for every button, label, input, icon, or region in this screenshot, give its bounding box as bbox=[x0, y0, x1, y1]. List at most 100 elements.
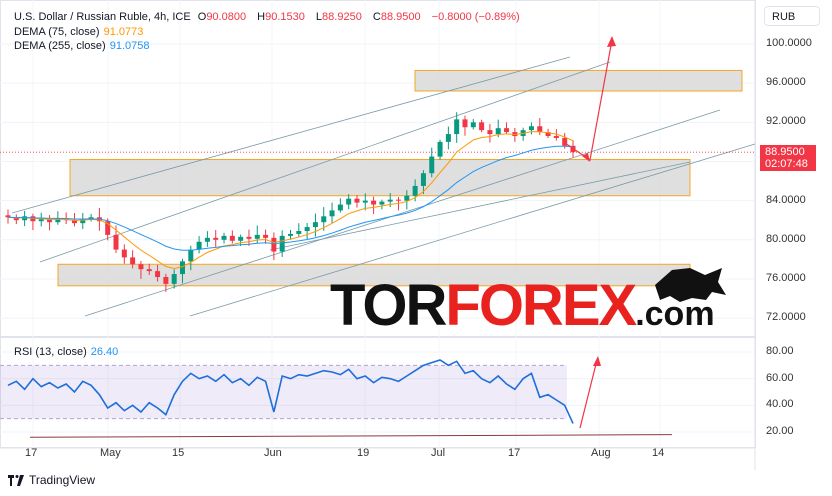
rsi-value: 26.40 bbox=[90, 346, 119, 358]
change-value: −0.8000 (−0.89%) bbox=[431, 11, 520, 23]
candle-body bbox=[454, 119, 460, 135]
high-value: 90.1530 bbox=[265, 11, 305, 23]
time-axis-label: May bbox=[100, 447, 121, 459]
time-axis-label: Jun bbox=[264, 447, 282, 459]
candle-body bbox=[171, 274, 177, 284]
price-axis-label: 96.0000 bbox=[766, 76, 806, 89]
time-axis-label: 17 bbox=[508, 447, 521, 459]
last-price: 88.9500 bbox=[765, 146, 805, 158]
candle-body bbox=[387, 199, 393, 202]
bar-countdown: 02:07:48 bbox=[765, 158, 808, 170]
time-axis-label: Aug bbox=[591, 447, 611, 459]
candle-body bbox=[321, 216, 327, 223]
open-value: 90.0800 bbox=[206, 11, 247, 23]
candle-body bbox=[130, 257, 136, 265]
dema255-legend[interactable]: DEMA (255, close) 91.0758 bbox=[14, 40, 153, 52]
candle-body bbox=[420, 173, 426, 186]
candle-body bbox=[121, 249, 127, 258]
time-axis-label: Jul bbox=[431, 447, 446, 459]
rsi-axis-label: 40.00 bbox=[766, 398, 794, 411]
support-resistance-zone bbox=[69, 159, 691, 197]
candle-body bbox=[504, 128, 510, 133]
torforex-watermark: TORFOREX.com bbox=[330, 277, 715, 340]
time-axis-label: 15 bbox=[172, 447, 185, 459]
candle-body bbox=[238, 236, 244, 241]
candle-body bbox=[271, 237, 277, 252]
candle-body bbox=[188, 249, 194, 262]
candle-body bbox=[362, 200, 368, 203]
dema255-label: DEMA (255, close) bbox=[14, 40, 106, 52]
dema255-value: 91.0758 bbox=[109, 40, 150, 52]
watermark-com: .com bbox=[635, 295, 715, 333]
candle-body bbox=[337, 204, 343, 211]
candle-body bbox=[179, 261, 185, 275]
rsi-forecast-arrow bbox=[579, 359, 598, 429]
candle-body bbox=[371, 200, 377, 205]
candle-body bbox=[246, 236, 252, 239]
dema75-line bbox=[7, 131, 574, 269]
time-axis-label: 17 bbox=[25, 447, 38, 459]
last-price-tag: 88.9500 02:07:48 bbox=[760, 145, 816, 171]
candle-body bbox=[346, 198, 352, 205]
rsi-band bbox=[0, 365, 567, 419]
rsi-axis-label: 80.00 bbox=[766, 345, 794, 357]
candle-body bbox=[155, 271, 161, 278]
candle-body bbox=[113, 234, 119, 250]
tradingview-logo[interactable]: TradingView bbox=[8, 473, 95, 487]
price-chart[interactable] bbox=[0, 0, 832, 496]
rsi-label: RSI (13, close) bbox=[14, 346, 87, 358]
candle-body bbox=[196, 241, 202, 250]
candle-body bbox=[354, 198, 360, 203]
candle-body bbox=[379, 201, 385, 205]
candle-body bbox=[204, 237, 210, 242]
candle-body bbox=[279, 235, 285, 252]
candle-body bbox=[263, 234, 269, 238]
rsi-legend[interactable]: RSI (13, close) 26.40 bbox=[14, 346, 122, 358]
candle-body bbox=[412, 185, 418, 196]
dema75-legend[interactable]: DEMA (75, close) 91.0773 bbox=[14, 26, 147, 38]
tradingview-label: TradingView bbox=[29, 473, 96, 487]
candle-body bbox=[470, 122, 476, 128]
dema75-value: 91.0773 bbox=[103, 26, 144, 38]
close-label: C bbox=[372, 11, 381, 23]
price-axis-label: 76.0000 bbox=[766, 271, 806, 284]
close-value: 88.9500 bbox=[380, 11, 421, 23]
candle-body bbox=[146, 269, 152, 272]
candle-body bbox=[288, 233, 293, 236]
candle-body bbox=[429, 156, 435, 174]
candle-body bbox=[38, 219, 44, 222]
dema75-label: DEMA (75, close) bbox=[14, 26, 100, 38]
time-axis-label: 19 bbox=[357, 447, 370, 459]
candle-body bbox=[396, 199, 402, 201]
forecast-arrow bbox=[564, 39, 613, 162]
low-value: 88.9250 bbox=[322, 11, 362, 23]
price-axis-label: 92.0000 bbox=[766, 115, 806, 128]
candle-body bbox=[163, 277, 169, 284]
rsi-trend-line bbox=[29, 434, 673, 438]
candle-body bbox=[553, 136, 559, 138]
candle-body bbox=[296, 230, 302, 234]
candle-body bbox=[229, 235, 235, 241]
currency-button[interactable]: RUB bbox=[764, 6, 820, 26]
rsi-axis-label: 20.00 bbox=[766, 424, 794, 437]
time-axis-label: 14 bbox=[652, 447, 665, 459]
candle-body bbox=[462, 119, 468, 128]
price-axis-label: 84.0000 bbox=[766, 193, 806, 206]
symbol-name: U.S. Dollar / Russian Ruble, 4h, ICE bbox=[14, 11, 191, 23]
candle-body bbox=[528, 126, 534, 131]
candle-body bbox=[479, 122, 485, 131]
candle-body bbox=[445, 134, 451, 142]
candle-body bbox=[254, 234, 260, 239]
watermark-tor: TOR bbox=[330, 273, 447, 338]
price-axis-label: 80.0000 bbox=[766, 232, 806, 245]
price-axis-label: 72.0000 bbox=[766, 311, 806, 324]
candle-body bbox=[329, 210, 335, 217]
candle-body bbox=[404, 195, 410, 201]
candle-body bbox=[437, 141, 443, 157]
candle-body bbox=[213, 237, 219, 240]
high-label: H bbox=[257, 11, 266, 23]
candle-body bbox=[495, 128, 501, 135]
arrow-head-icon bbox=[593, 356, 601, 366]
arrow-head-icon bbox=[607, 36, 616, 47]
candle-body bbox=[487, 130, 493, 135]
